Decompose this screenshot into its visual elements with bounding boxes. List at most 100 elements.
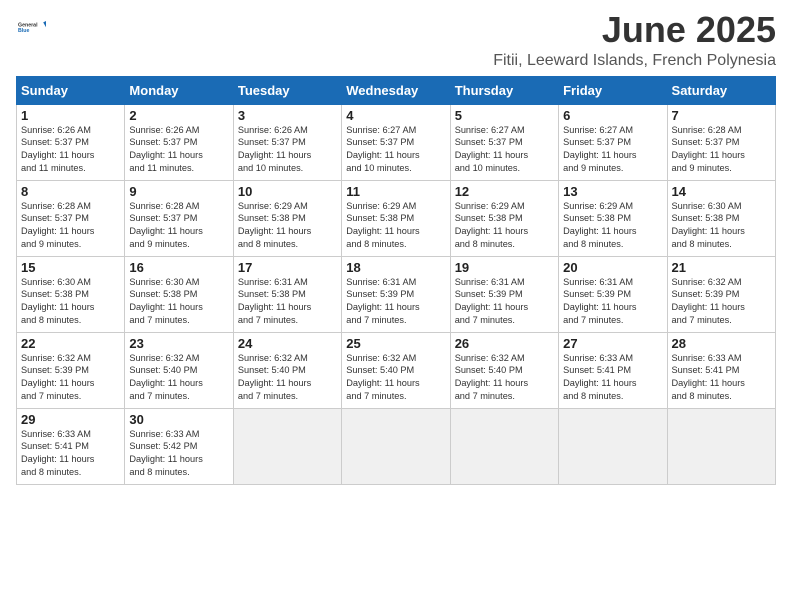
day-info: Sunrise: 6:31 AM Sunset: 5:39 PM Dayligh… xyxy=(455,276,554,328)
table-row: 6Sunrise: 6:27 AM Sunset: 5:37 PM Daylig… xyxy=(559,104,667,180)
table-row: 8Sunrise: 6:28 AM Sunset: 5:37 PM Daylig… xyxy=(17,180,125,256)
day-number: 2 xyxy=(129,108,228,123)
day-number: 24 xyxy=(238,336,337,351)
day-info: Sunrise: 6:33 AM Sunset: 5:42 PM Dayligh… xyxy=(129,428,228,480)
day-info: Sunrise: 6:32 AM Sunset: 5:39 PM Dayligh… xyxy=(672,276,771,328)
table-row: 1Sunrise: 6:26 AM Sunset: 5:37 PM Daylig… xyxy=(17,104,125,180)
day-info: Sunrise: 6:30 AM Sunset: 5:38 PM Dayligh… xyxy=(129,276,228,328)
table-row: 18Sunrise: 6:31 AM Sunset: 5:39 PM Dayli… xyxy=(342,256,450,332)
table-row: 11Sunrise: 6:29 AM Sunset: 5:38 PM Dayli… xyxy=(342,180,450,256)
svg-text:General: General xyxy=(18,23,38,29)
day-info: Sunrise: 6:32 AM Sunset: 5:39 PM Dayligh… xyxy=(21,352,120,404)
day-number: 13 xyxy=(563,184,662,199)
day-number: 20 xyxy=(563,260,662,275)
table-row: 21Sunrise: 6:32 AM Sunset: 5:39 PM Dayli… xyxy=(667,256,775,332)
col-monday: Monday xyxy=(125,76,233,104)
table-row: 26Sunrise: 6:32 AM Sunset: 5:40 PM Dayli… xyxy=(450,332,558,408)
table-row xyxy=(233,408,341,484)
calendar-week-row: 8Sunrise: 6:28 AM Sunset: 5:37 PM Daylig… xyxy=(17,180,776,256)
table-row: 16Sunrise: 6:30 AM Sunset: 5:38 PM Dayli… xyxy=(125,256,233,332)
day-number: 5 xyxy=(455,108,554,123)
day-number: 8 xyxy=(21,184,120,199)
day-number: 22 xyxy=(21,336,120,351)
day-info: Sunrise: 6:32 AM Sunset: 5:40 PM Dayligh… xyxy=(238,352,337,404)
calendar-table: Sunday Monday Tuesday Wednesday Thursday… xyxy=(16,76,776,485)
table-row: 17Sunrise: 6:31 AM Sunset: 5:38 PM Dayli… xyxy=(233,256,341,332)
calendar-week-row: 29Sunrise: 6:33 AM Sunset: 5:41 PM Dayli… xyxy=(17,408,776,484)
day-number: 23 xyxy=(129,336,228,351)
logo-icon: General Blue xyxy=(18,14,46,42)
col-friday: Friday xyxy=(559,76,667,104)
day-info: Sunrise: 6:27 AM Sunset: 5:37 PM Dayligh… xyxy=(563,124,662,176)
day-number: 30 xyxy=(129,412,228,427)
table-row: 23Sunrise: 6:32 AM Sunset: 5:40 PM Dayli… xyxy=(125,332,233,408)
table-row: 3Sunrise: 6:26 AM Sunset: 5:37 PM Daylig… xyxy=(233,104,341,180)
day-info: Sunrise: 6:29 AM Sunset: 5:38 PM Dayligh… xyxy=(238,200,337,252)
day-info: Sunrise: 6:33 AM Sunset: 5:41 PM Dayligh… xyxy=(672,352,771,404)
day-number: 15 xyxy=(21,260,120,275)
table-row: 2Sunrise: 6:26 AM Sunset: 5:37 PM Daylig… xyxy=(125,104,233,180)
table-row xyxy=(559,408,667,484)
day-number: 21 xyxy=(672,260,771,275)
day-number: 12 xyxy=(455,184,554,199)
day-info: Sunrise: 6:33 AM Sunset: 5:41 PM Dayligh… xyxy=(21,428,120,480)
col-thursday: Thursday xyxy=(450,76,558,104)
day-number: 19 xyxy=(455,260,554,275)
table-row: 24Sunrise: 6:32 AM Sunset: 5:40 PM Dayli… xyxy=(233,332,341,408)
table-row: 7Sunrise: 6:28 AM Sunset: 5:37 PM Daylig… xyxy=(667,104,775,180)
day-info: Sunrise: 6:32 AM Sunset: 5:40 PM Dayligh… xyxy=(346,352,445,404)
day-number: 26 xyxy=(455,336,554,351)
table-row: 19Sunrise: 6:31 AM Sunset: 5:39 PM Dayli… xyxy=(450,256,558,332)
day-number: 10 xyxy=(238,184,337,199)
day-info: Sunrise: 6:28 AM Sunset: 5:37 PM Dayligh… xyxy=(21,200,120,252)
day-info: Sunrise: 6:26 AM Sunset: 5:37 PM Dayligh… xyxy=(21,124,120,176)
day-number: 3 xyxy=(238,108,337,123)
day-number: 29 xyxy=(21,412,120,427)
day-number: 27 xyxy=(563,336,662,351)
table-row: 28Sunrise: 6:33 AM Sunset: 5:41 PM Dayli… xyxy=(667,332,775,408)
col-sunday: Sunday xyxy=(17,76,125,104)
table-row: 22Sunrise: 6:32 AM Sunset: 5:39 PM Dayli… xyxy=(17,332,125,408)
day-number: 17 xyxy=(238,260,337,275)
day-number: 6 xyxy=(563,108,662,123)
day-info: Sunrise: 6:32 AM Sunset: 5:40 PM Dayligh… xyxy=(129,352,228,404)
table-row: 10Sunrise: 6:29 AM Sunset: 5:38 PM Dayli… xyxy=(233,180,341,256)
col-wednesday: Wednesday xyxy=(342,76,450,104)
table-row: 30Sunrise: 6:33 AM Sunset: 5:42 PM Dayli… xyxy=(125,408,233,484)
col-saturday: Saturday xyxy=(667,76,775,104)
table-row: 13Sunrise: 6:29 AM Sunset: 5:38 PM Dayli… xyxy=(559,180,667,256)
day-info: Sunrise: 6:31 AM Sunset: 5:39 PM Dayligh… xyxy=(563,276,662,328)
calendar-week-row: 22Sunrise: 6:32 AM Sunset: 5:39 PM Dayli… xyxy=(17,332,776,408)
day-number: 14 xyxy=(672,184,771,199)
day-number: 4 xyxy=(346,108,445,123)
day-info: Sunrise: 6:28 AM Sunset: 5:37 PM Dayligh… xyxy=(129,200,228,252)
day-info: Sunrise: 6:33 AM Sunset: 5:41 PM Dayligh… xyxy=(563,352,662,404)
table-row: 5Sunrise: 6:27 AM Sunset: 5:37 PM Daylig… xyxy=(450,104,558,180)
day-info: Sunrise: 6:30 AM Sunset: 5:38 PM Dayligh… xyxy=(672,200,771,252)
table-row: 29Sunrise: 6:33 AM Sunset: 5:41 PM Dayli… xyxy=(17,408,125,484)
day-info: Sunrise: 6:27 AM Sunset: 5:37 PM Dayligh… xyxy=(346,124,445,176)
table-row: 20Sunrise: 6:31 AM Sunset: 5:39 PM Dayli… xyxy=(559,256,667,332)
day-number: 11 xyxy=(346,184,445,199)
day-number: 7 xyxy=(672,108,771,123)
calendar-header-row: Sunday Monday Tuesday Wednesday Thursday… xyxy=(17,76,776,104)
table-row: 25Sunrise: 6:32 AM Sunset: 5:40 PM Dayli… xyxy=(342,332,450,408)
day-info: Sunrise: 6:31 AM Sunset: 5:39 PM Dayligh… xyxy=(346,276,445,328)
location-title: Fitii, Leeward Islands, French Polynesia xyxy=(493,52,776,70)
table-row: 14Sunrise: 6:30 AM Sunset: 5:38 PM Dayli… xyxy=(667,180,775,256)
day-info: Sunrise: 6:32 AM Sunset: 5:40 PM Dayligh… xyxy=(455,352,554,404)
day-info: Sunrise: 6:27 AM Sunset: 5:37 PM Dayligh… xyxy=(455,124,554,176)
title-block: June 2025 Fitii, Leeward Islands, French… xyxy=(493,10,776,70)
table-row: 9Sunrise: 6:28 AM Sunset: 5:37 PM Daylig… xyxy=(125,180,233,256)
day-info: Sunrise: 6:29 AM Sunset: 5:38 PM Dayligh… xyxy=(346,200,445,252)
logo: General Blue xyxy=(16,14,46,42)
day-number: 18 xyxy=(346,260,445,275)
day-info: Sunrise: 6:29 AM Sunset: 5:38 PM Dayligh… xyxy=(455,200,554,252)
day-number: 28 xyxy=(672,336,771,351)
month-title: June 2025 xyxy=(493,10,776,50)
day-info: Sunrise: 6:31 AM Sunset: 5:38 PM Dayligh… xyxy=(238,276,337,328)
table-row: 15Sunrise: 6:30 AM Sunset: 5:38 PM Dayli… xyxy=(17,256,125,332)
table-row xyxy=(342,408,450,484)
calendar-week-row: 1Sunrise: 6:26 AM Sunset: 5:37 PM Daylig… xyxy=(17,104,776,180)
calendar-week-row: 15 Sunrise: 6:30 AM Sunset: 5:38 PM Dayli… xyxy=(17,256,776,332)
